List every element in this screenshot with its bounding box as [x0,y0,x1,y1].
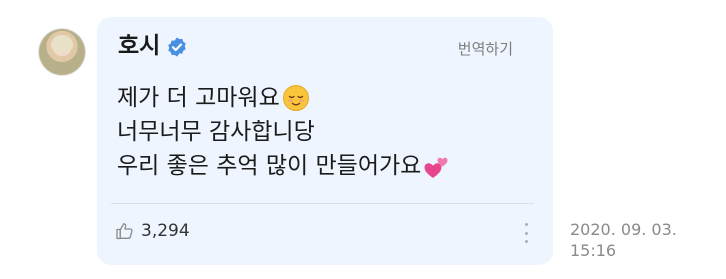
relieved-face-icon [282,85,309,111]
message-body: 제가 더 고마워요 너무너무 감사합니당 우리 좋은 추억 많이 만들어가요 [117,81,451,183]
more-options-icon[interactable] [523,223,529,243]
message-line: 우리 좋은 추억 많이 만들어가요 [117,149,451,183]
timestamp-time: 15:16 [570,241,617,260]
comment-page: 호시 번역하기 제가 더 고마워요 너무너무 감사합니당 우리 좋은 추억 많이… [0,0,726,279]
timestamp-date: 2020. 09. 03. [570,220,677,239]
like-count: 3,294 [141,221,190,241]
message-line: 너무너무 감사합니당 [117,115,451,149]
verified-badge-icon [168,36,187,57]
message-line-text: 너무너무 감사합니당 [117,119,315,145]
divider [111,203,534,204]
comment-bubble: 호시 번역하기 제가 더 고마워요 너무너무 감사합니당 우리 좋은 추억 많이… [97,17,553,265]
message-line: 제가 더 고마워요 [117,81,451,115]
author-name[interactable]: 호시 [118,35,160,58]
author-row: 호시 [118,35,188,58]
translate-button[interactable]: 번역하기 [458,38,513,59]
two-hearts-icon [424,157,448,178]
timestamp: 2020. 09. 03. 15:16 [570,219,677,261]
message-line-text: 우리 좋은 추억 많이 만들어가요 [117,153,422,179]
message-line-text: 제가 더 고마워요 [117,85,280,111]
avatar[interactable] [39,29,85,75]
thumbs-up-icon [116,223,133,240]
like-button[interactable]: 3,294 [115,221,190,241]
